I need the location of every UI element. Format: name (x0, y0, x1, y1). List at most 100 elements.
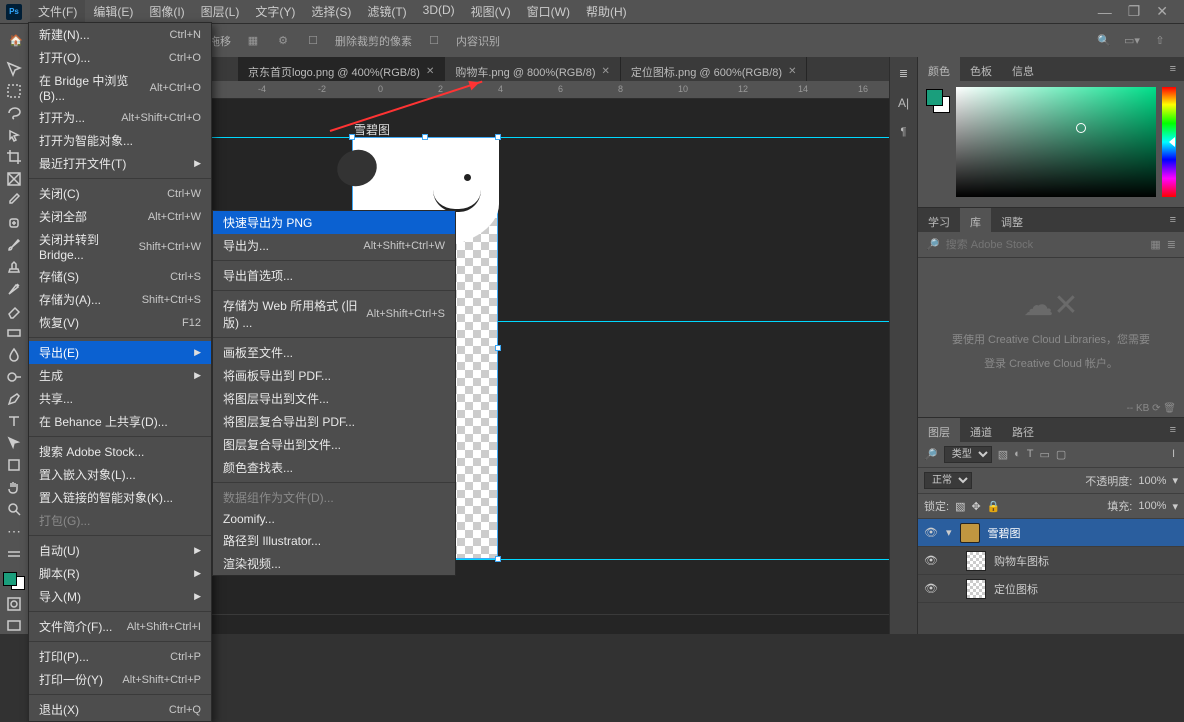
layer-name[interactable]: 雪碧图 (988, 525, 1021, 541)
type-tool[interactable] (4, 413, 24, 429)
filter-shape-icon[interactable]: ▭ (1040, 448, 1050, 461)
front-color[interactable] (926, 89, 943, 106)
menu-item[interactable]: 打印(P)...Ctrl+P (29, 645, 211, 668)
view-grid-icon[interactable]: ▦ (1150, 238, 1160, 251)
menu-item[interactable]: 存储(S)Ctrl+S (29, 265, 211, 288)
close-window-button[interactable]: ✕ (1156, 3, 1168, 20)
eraser-tool[interactable] (4, 303, 24, 319)
panel-tab[interactable]: 学习 (918, 208, 960, 232)
menu-item[interactable]: 存储为(A)...Shift+Ctrl+S (29, 288, 211, 311)
menu-item[interactable]: 生成▶ (29, 364, 211, 387)
shape-tool[interactable] (4, 457, 24, 473)
gradient-tool[interactable] (4, 325, 24, 341)
menubar-item[interactable]: 视图(V) (463, 0, 519, 24)
settings-gear-icon[interactable]: ⚙ (275, 33, 291, 49)
foreground-swatch[interactable] (3, 572, 17, 586)
menubar-item[interactable]: 3D(D) (415, 0, 463, 24)
lasso-tool[interactable] (4, 105, 24, 121)
layer-row[interactable]: 👁 定位图标 (918, 575, 1184, 603)
menubar-item[interactable]: 图层(L) (193, 0, 248, 24)
menu-item[interactable]: 路径到 Illustrator... (213, 529, 455, 552)
transform-handle[interactable] (495, 556, 501, 562)
menu-item[interactable]: 关闭全部Alt+Ctrl+W (29, 205, 211, 228)
filter-type-select[interactable]: 类型 (944, 446, 992, 463)
crop-tool[interactable] (4, 149, 24, 165)
blend-mode-select[interactable]: 正常 (924, 472, 972, 489)
layer-row[interactable]: 👁 ▾ 雪碧图 (918, 519, 1184, 547)
minimize-button[interactable]: — (1098, 4, 1112, 20)
clone-stamp-tool[interactable] (4, 259, 24, 275)
menu-item[interactable]: 将图层导出到文件... (213, 387, 455, 410)
document-tab[interactable]: 购物车.png @ 800%(RGB/8)✕ (445, 57, 621, 81)
character-panel-icon[interactable]: A| (898, 96, 909, 110)
menu-item[interactable]: 恢复(V)F12 (29, 311, 211, 334)
menubar-item[interactable]: 图像(I) (141, 0, 192, 24)
menubar-item[interactable]: 选择(S) (303, 0, 359, 24)
history-brush-tool[interactable] (4, 281, 24, 297)
path-select-tool[interactable] (4, 435, 24, 451)
menu-item[interactable]: 导入(M)▶ (29, 585, 211, 608)
panel-tab[interactable]: 调整 (991, 208, 1033, 232)
document-tab[interactable]: 定位图标.png @ 600%(RGB/8)✕ (621, 57, 808, 81)
filter-adjust-icon[interactable]: ◐ (1014, 448, 1021, 461)
edit-toolbar[interactable] (4, 546, 24, 562)
healing-tool[interactable] (4, 215, 24, 231)
opacity-value[interactable]: 100% (1138, 475, 1166, 487)
filter-type-icon[interactable]: T (1027, 448, 1034, 461)
menu-item[interactable]: 文件简介(F)...Alt+Shift+Ctrl+I (29, 615, 211, 638)
menu-item[interactable]: 快速导出为 PNG (213, 211, 455, 234)
transform-handle[interactable] (495, 345, 501, 351)
color-picker-ring[interactable] (1076, 123, 1086, 133)
search-icon[interactable]: 🔍 (1096, 33, 1112, 49)
menu-item[interactable]: 渲染视频... (213, 552, 455, 575)
menu-item[interactable]: 共享... (29, 387, 211, 410)
file-menu[interactable]: 新建(N)...Ctrl+N打开(O)...Ctrl+O在 Bridge 中浏览… (28, 22, 212, 722)
tab-close-icon[interactable]: ✕ (602, 66, 610, 77)
menu-item[interactable]: 图层复合导出到文件... (213, 433, 455, 456)
dodge-tool[interactable] (4, 369, 24, 385)
panel-menu-icon[interactable]: ≡ (1170, 418, 1184, 442)
menu-item[interactable]: 导出为...Alt+Shift+Ctrl+W (213, 234, 455, 257)
color-swatch-pair[interactable] (926, 89, 950, 113)
filter-smart-icon[interactable]: ▢ (1056, 448, 1066, 461)
pen-tool[interactable] (4, 391, 24, 407)
visibility-eye-icon[interactable]: 👁 (924, 526, 938, 539)
move-tool[interactable] (4, 61, 24, 77)
menu-item[interactable]: 画板至文件... (213, 341, 455, 364)
menubar-item[interactable]: 帮助(H) (578, 0, 635, 24)
quick-select-tool[interactable] (4, 127, 24, 143)
menu-item[interactable]: 导出首选项... (213, 264, 455, 287)
home-icon[interactable]: 🏠 (8, 33, 24, 49)
view-list-icon[interactable]: ≣ (1167, 238, 1176, 251)
filter-toggle[interactable]: ⏽ (1169, 448, 1178, 461)
folder-toggle-icon[interactable]: ▾ (946, 526, 952, 539)
marquee-tool[interactable] (4, 83, 24, 99)
panel-tab[interactable]: 图层 (918, 418, 960, 442)
menu-item[interactable]: 关闭(C)Ctrl+W (29, 182, 211, 205)
sync-icon[interactable]: ⟳ (1152, 403, 1163, 414)
panel-tab[interactable]: 路径 (1002, 418, 1044, 442)
export-submenu[interactable]: 快速导出为 PNG导出为...Alt+Shift+Ctrl+W导出首选项...存… (212, 210, 456, 576)
share-icon[interactable]: ⇧ (1152, 33, 1168, 49)
layer-name[interactable]: 购物车图标 (994, 553, 1049, 569)
eyedropper-tool[interactable] (4, 193, 24, 209)
menu-item[interactable]: Zoomify... (213, 509, 455, 529)
visibility-eye-icon[interactable]: 👁 (924, 582, 938, 595)
menu-item[interactable]: 打开(O)...Ctrl+O (29, 46, 211, 69)
menu-item[interactable]: 打开为...Alt+Shift+Ctrl+O (29, 106, 211, 129)
layer-name[interactable]: 定位图标 (994, 581, 1038, 597)
blur-tool[interactable] (4, 347, 24, 363)
quickmask-toggle[interactable] (4, 596, 24, 612)
more-tools[interactable]: ⋯ (4, 523, 24, 540)
checkbox-delete-cropped[interactable]: ☐ (305, 33, 321, 49)
menubar-item[interactable]: 文件(F) (30, 0, 85, 24)
menu-item[interactable]: 置入嵌入对象(L)... (29, 463, 211, 486)
hue-cursor[interactable] (1169, 137, 1175, 147)
panel-menu-icon[interactable]: ≡ (1170, 208, 1184, 232)
menu-item[interactable]: 将画板导出到 PDF... (213, 364, 455, 387)
menubar-item[interactable]: 窗口(W) (519, 0, 578, 24)
menu-item[interactable]: 在 Bridge 中浏览(B)...Alt+Ctrl+O (29, 69, 211, 106)
lock-position-icon[interactable]: ✥ (971, 500, 980, 513)
menu-item[interactable]: 自动(U)▶ (29, 539, 211, 562)
transform-handle[interactable] (495, 134, 501, 140)
